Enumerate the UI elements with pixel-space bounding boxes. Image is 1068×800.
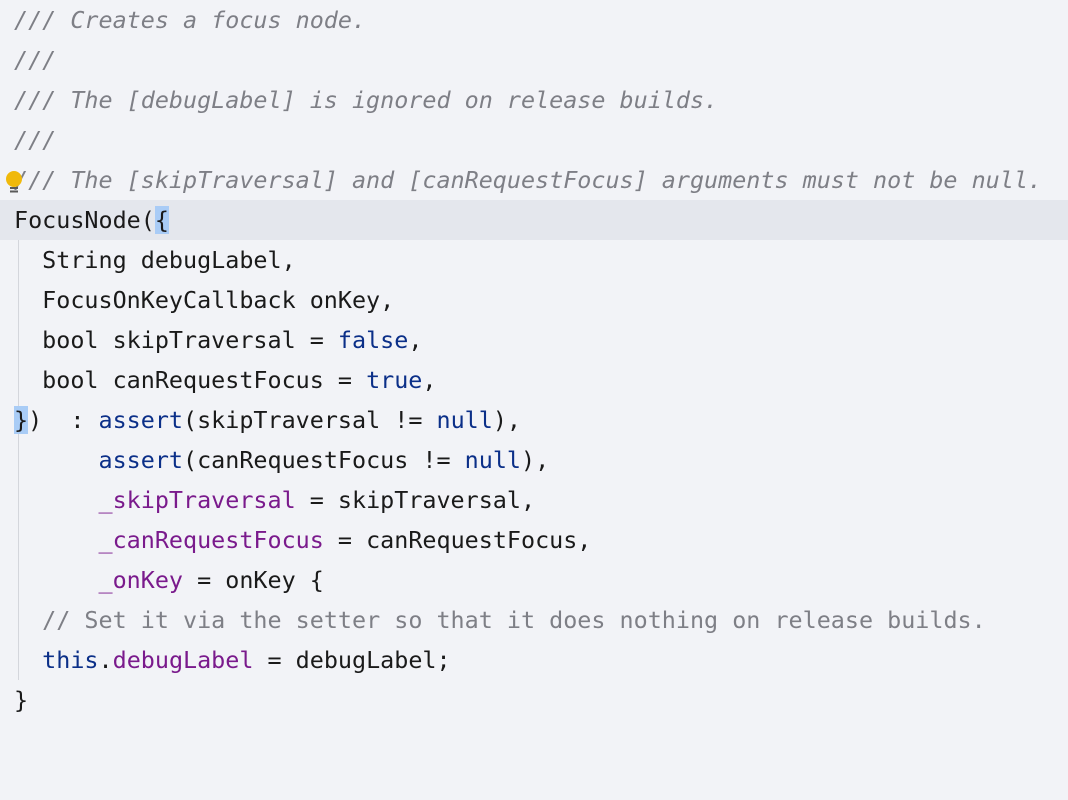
code-line[interactable]: String debugLabel, bbox=[0, 240, 1068, 280]
code-line[interactable]: _canRequestFocus = canRequestFocus, bbox=[0, 520, 1068, 560]
expression: = onKey { bbox=[183, 566, 324, 594]
field-name: debugLabel bbox=[112, 646, 254, 674]
code-line[interactable]: assert(canRequestFocus != null), bbox=[0, 440, 1068, 480]
code-line[interactable]: /// bbox=[0, 40, 1068, 80]
code-line[interactable]: /// Creates a focus node. bbox=[0, 0, 1068, 40]
punctuation: ), bbox=[521, 446, 550, 474]
field-name: _canRequestFocus bbox=[98, 526, 324, 554]
code-line[interactable]: this.debugLabel = debugLabel; bbox=[0, 640, 1068, 680]
code-line[interactable]: bool skipTraversal = false, bbox=[0, 320, 1068, 360]
keyword: false bbox=[337, 326, 409, 354]
punctuation: , bbox=[408, 326, 423, 354]
matched-brace: { bbox=[154, 206, 169, 234]
parameter: bool canRequestFocus = bbox=[14, 366, 367, 394]
constructor-name: FocusNode( bbox=[14, 206, 155, 234]
keyword: null bbox=[464, 446, 521, 474]
doc-comment: /// The [skipTraversal] and [canRequestF… bbox=[14, 166, 1043, 194]
doc-comment: /// Creates a focus node. bbox=[14, 6, 367, 34]
code-line-current[interactable]: FocusNode({ bbox=[0, 200, 1068, 240]
keyword: assert bbox=[98, 406, 184, 434]
code-line[interactable]: /// bbox=[0, 120, 1068, 160]
parameter: bool skipTraversal = bbox=[14, 326, 338, 354]
punctuation: . bbox=[98, 646, 113, 674]
doc-comment: /// The [debugLabel] is ignored on relea… bbox=[14, 86, 719, 114]
keyword: true bbox=[366, 366, 423, 394]
expression: (canRequestFocus != bbox=[183, 446, 465, 474]
initializer-separator: ) : bbox=[28, 406, 99, 434]
expression: = skipTraversal, bbox=[295, 486, 536, 514]
parameter: FocusOnKeyCallback onKey, bbox=[14, 286, 395, 314]
expression: (skipTraversal != bbox=[183, 406, 437, 434]
code-line[interactable]: bool canRequestFocus = true, bbox=[0, 360, 1068, 400]
expression: = debugLabel; bbox=[253, 646, 451, 674]
code-line[interactable]: // Set it via the setter so that it does… bbox=[0, 600, 1068, 640]
field-name: _skipTraversal bbox=[98, 486, 296, 514]
punctuation: , bbox=[422, 366, 437, 394]
expression: = canRequestFocus, bbox=[323, 526, 592, 554]
code-line[interactable]: /// The [skipTraversal] and [canRequestF… bbox=[0, 160, 1068, 200]
doc-comment: /// bbox=[14, 126, 57, 154]
punctuation: ), bbox=[492, 406, 522, 434]
parameter: String debugLabel, bbox=[14, 246, 296, 274]
code-line[interactable]: }) : assert(skipTraversal != null), bbox=[0, 400, 1068, 440]
matched-brace: } bbox=[14, 406, 29, 434]
closing-brace: } bbox=[14, 686, 29, 714]
keyword: assert bbox=[98, 446, 184, 474]
line-comment: // Set it via the setter so that it does… bbox=[42, 606, 986, 634]
code-line[interactable]: FocusOnKeyCallback onKey, bbox=[0, 280, 1068, 320]
lightbulb-icon[interactable] bbox=[4, 170, 24, 196]
keyword: null bbox=[436, 406, 493, 434]
code-line[interactable]: _skipTraversal = skipTraversal, bbox=[0, 480, 1068, 520]
keyword: this bbox=[42, 646, 99, 674]
code-line[interactable]: } bbox=[0, 680, 1068, 720]
doc-comment: /// bbox=[14, 46, 57, 74]
code-line[interactable]: _onKey = onKey { bbox=[0, 560, 1068, 600]
code-editor[interactable]: /// Creates a focus node. /// /// The [d… bbox=[0, 0, 1068, 740]
code-line[interactable]: /// The [debugLabel] is ignored on relea… bbox=[0, 80, 1068, 120]
field-name: _onKey bbox=[98, 566, 184, 594]
